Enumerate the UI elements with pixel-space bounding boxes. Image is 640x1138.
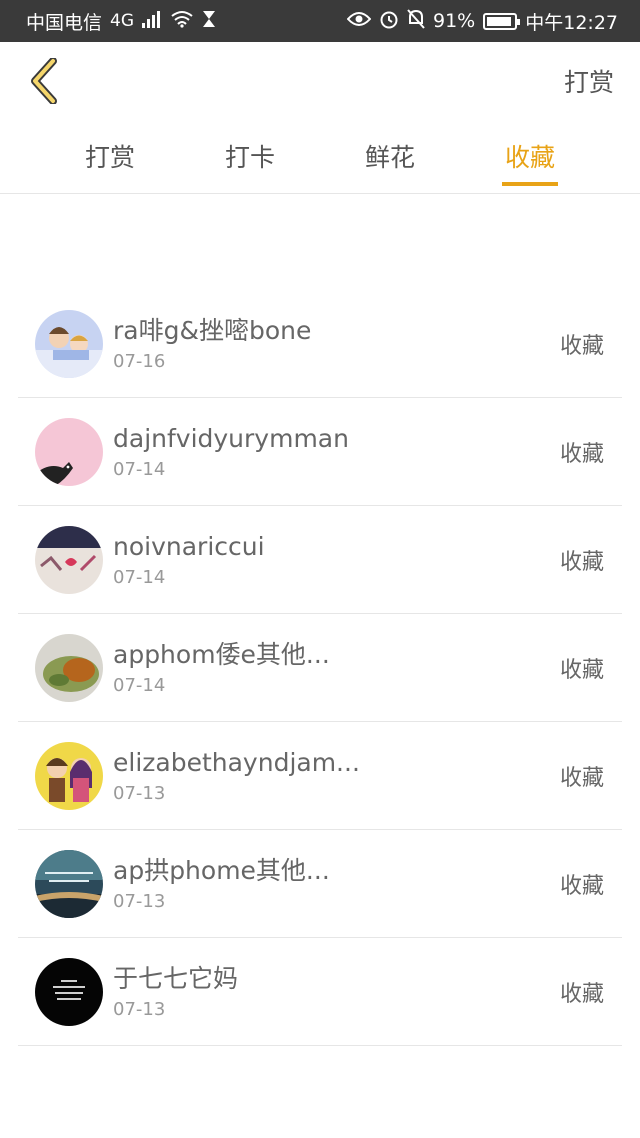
item-date: 07-14 [113,459,166,480]
list-item-text: elizabethayndjam... 07-13 [113,747,560,804]
list-item-text: ra啡g&挫嘧bone 07-16 [113,315,560,372]
clock-time: 中午12:27 [525,11,618,34]
item-date: 07-16 [113,351,166,372]
action-label: 收藏 [559,333,604,359]
action-label: 收藏 [559,981,604,1007]
avatar [35,525,103,594]
item-date: 07-13 [113,999,166,1020]
list-item[interactable]: 于七七它妈 07-13 收藏 [18,938,622,1046]
alarm-icon [379,9,399,34]
action-label: 收藏 [559,549,604,575]
avatar [35,417,103,486]
action-label: 收藏 [559,765,604,791]
status-right: 91% 中午12:27 [346,8,618,35]
list-item-text: dajnfvidyurymman 07-14 [113,423,560,480]
user-name: apphom倭e其他... [113,640,330,669]
list-item-text: noivnariccui 07-14 [113,531,560,588]
list-item[interactable]: ap拱phome其他... 07-13 收藏 [18,830,622,938]
user-name: 于七七它妈 [113,964,239,993]
list-item[interactable]: elizabethayndjam... 07-13 收藏 [18,722,622,830]
avatar [35,849,103,918]
item-date: 07-14 [113,675,166,696]
network-type: 4G [110,11,135,31]
carrier-label: 中国电信 [26,11,103,34]
avatar [35,741,103,810]
action-label: 收藏 [559,441,604,467]
favorites-list: ra啡g&挫嘧bone 07-16 收藏 dajnfvidyurymman 07… [0,290,640,1046]
tab-bar: 打赏 打卡 鲜花 收藏 [0,120,640,194]
battery-icon [483,12,521,30]
user-name: noivnariccui [113,532,265,561]
list-item[interactable]: ra啡g&挫嘧bone 07-16 收藏 [18,290,622,398]
mute-bell-icon [407,8,425,34]
eye-icon [346,10,372,32]
user-name: dajnfvidyurymman [113,424,349,453]
hourglass-icon [202,10,216,33]
item-date: 07-13 [113,783,166,804]
nav-header: 打赏 [0,42,640,120]
list-item[interactable]: noivnariccui 07-14 收藏 [18,506,622,614]
back-button[interactable] [24,56,64,106]
header-right-label[interactable]: 打赏 [564,63,614,99]
item-date: 07-13 [113,891,166,912]
list-item[interactable]: dajnfvidyurymman 07-14 收藏 [18,398,622,506]
tab-reward[interactable]: 打赏 [55,130,165,186]
chevron-left-icon [31,58,57,104]
user-name: ap拱phome其他... [113,856,330,885]
action-label: 收藏 [559,657,604,683]
list-item-text: apphom倭e其他... 07-14 [113,639,560,696]
user-name: elizabethayndjam... [113,748,360,777]
action-label: 收藏 [559,873,604,899]
list-item-text: ap拱phome其他... 07-13 [113,855,560,912]
list-item[interactable]: apphom倭e其他... 07-14 收藏 [18,614,622,722]
status-bar: 中国电信 4G 91% 中午12:27 [0,0,640,42]
status-left: 中国电信 4G [26,8,216,35]
tab-flowers[interactable]: 鲜花 [335,130,445,186]
tab-favorites[interactable]: 收藏 [475,130,585,186]
wifi-icon [170,10,194,33]
avatar [35,957,103,1026]
user-name: ra啡g&挫嘧bone [113,316,312,345]
battery-percent: 91% [433,10,476,32]
avatar [35,309,103,378]
avatar [35,633,103,702]
signal-icon [142,10,162,33]
tab-checkin[interactable]: 打卡 [195,130,305,186]
list-item-text: 于七七它妈 07-13 [113,963,560,1020]
item-date: 07-14 [113,567,166,588]
